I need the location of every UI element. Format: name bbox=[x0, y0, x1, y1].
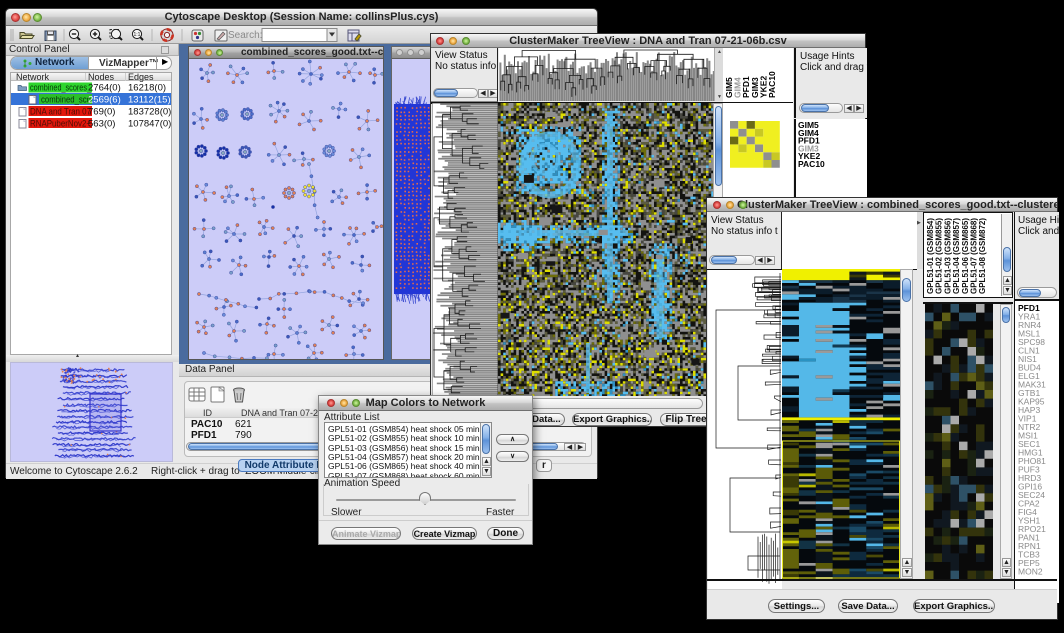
svg-text:2764(0): 2764(0) bbox=[88, 83, 121, 94]
svg-text:combined_sco: combined_sco bbox=[41, 95, 91, 106]
svg-text:DNA and Tran 07: DNA and Tran 07 bbox=[30, 107, 91, 118]
svg-text:13112(15): 13112(15) bbox=[128, 95, 171, 106]
svg-text:GPL51-03 (GSM856): GPL51-03 (GSM856) bbox=[943, 218, 952, 294]
svg-text:GPL51-07 (GSM868): GPL51-07 (GSM868) bbox=[970, 218, 979, 294]
svg-text:563(0): 563(0) bbox=[88, 119, 115, 130]
svg-text:Search:: Search: bbox=[228, 30, 262, 41]
svg-text:2569(6): 2569(6) bbox=[88, 95, 121, 106]
svg-text:PAC10: PAC10 bbox=[767, 71, 777, 98]
svg-text:combined_scores_: combined_scores_ bbox=[30, 83, 92, 94]
svg-text:GPL51-04 (GSM857): GPL51-04 (GSM857) bbox=[952, 218, 961, 294]
svg-text:GPL51-02 (GSM855): GPL51-02 (GSM855) bbox=[935, 218, 944, 294]
svg-text:107847(0): 107847(0) bbox=[128, 119, 171, 130]
svg-text:GPL51-06 (GSM865): GPL51-06 (GSM865) bbox=[961, 218, 970, 294]
svg-text:MON2: MON2 bbox=[1018, 567, 1043, 577]
svg-text:769(0): 769(0) bbox=[88, 107, 115, 118]
svg-text:GPL51-08 (GSM872): GPL51-08 (GSM872) bbox=[978, 218, 987, 294]
svg-text:183728(0): 183728(0) bbox=[128, 107, 171, 118]
svg-text:1:1: 1:1 bbox=[134, 32, 141, 38]
svg-text:16218(0): 16218(0) bbox=[128, 83, 166, 94]
svg-text:RNAPuberNov2+: RNAPuberNov2+ bbox=[30, 119, 91, 130]
svg-text:PAC10: PAC10 bbox=[798, 159, 825, 169]
svg-text:GPL51-01 (GSM854): GPL51-01 (GSM854) bbox=[926, 218, 935, 294]
